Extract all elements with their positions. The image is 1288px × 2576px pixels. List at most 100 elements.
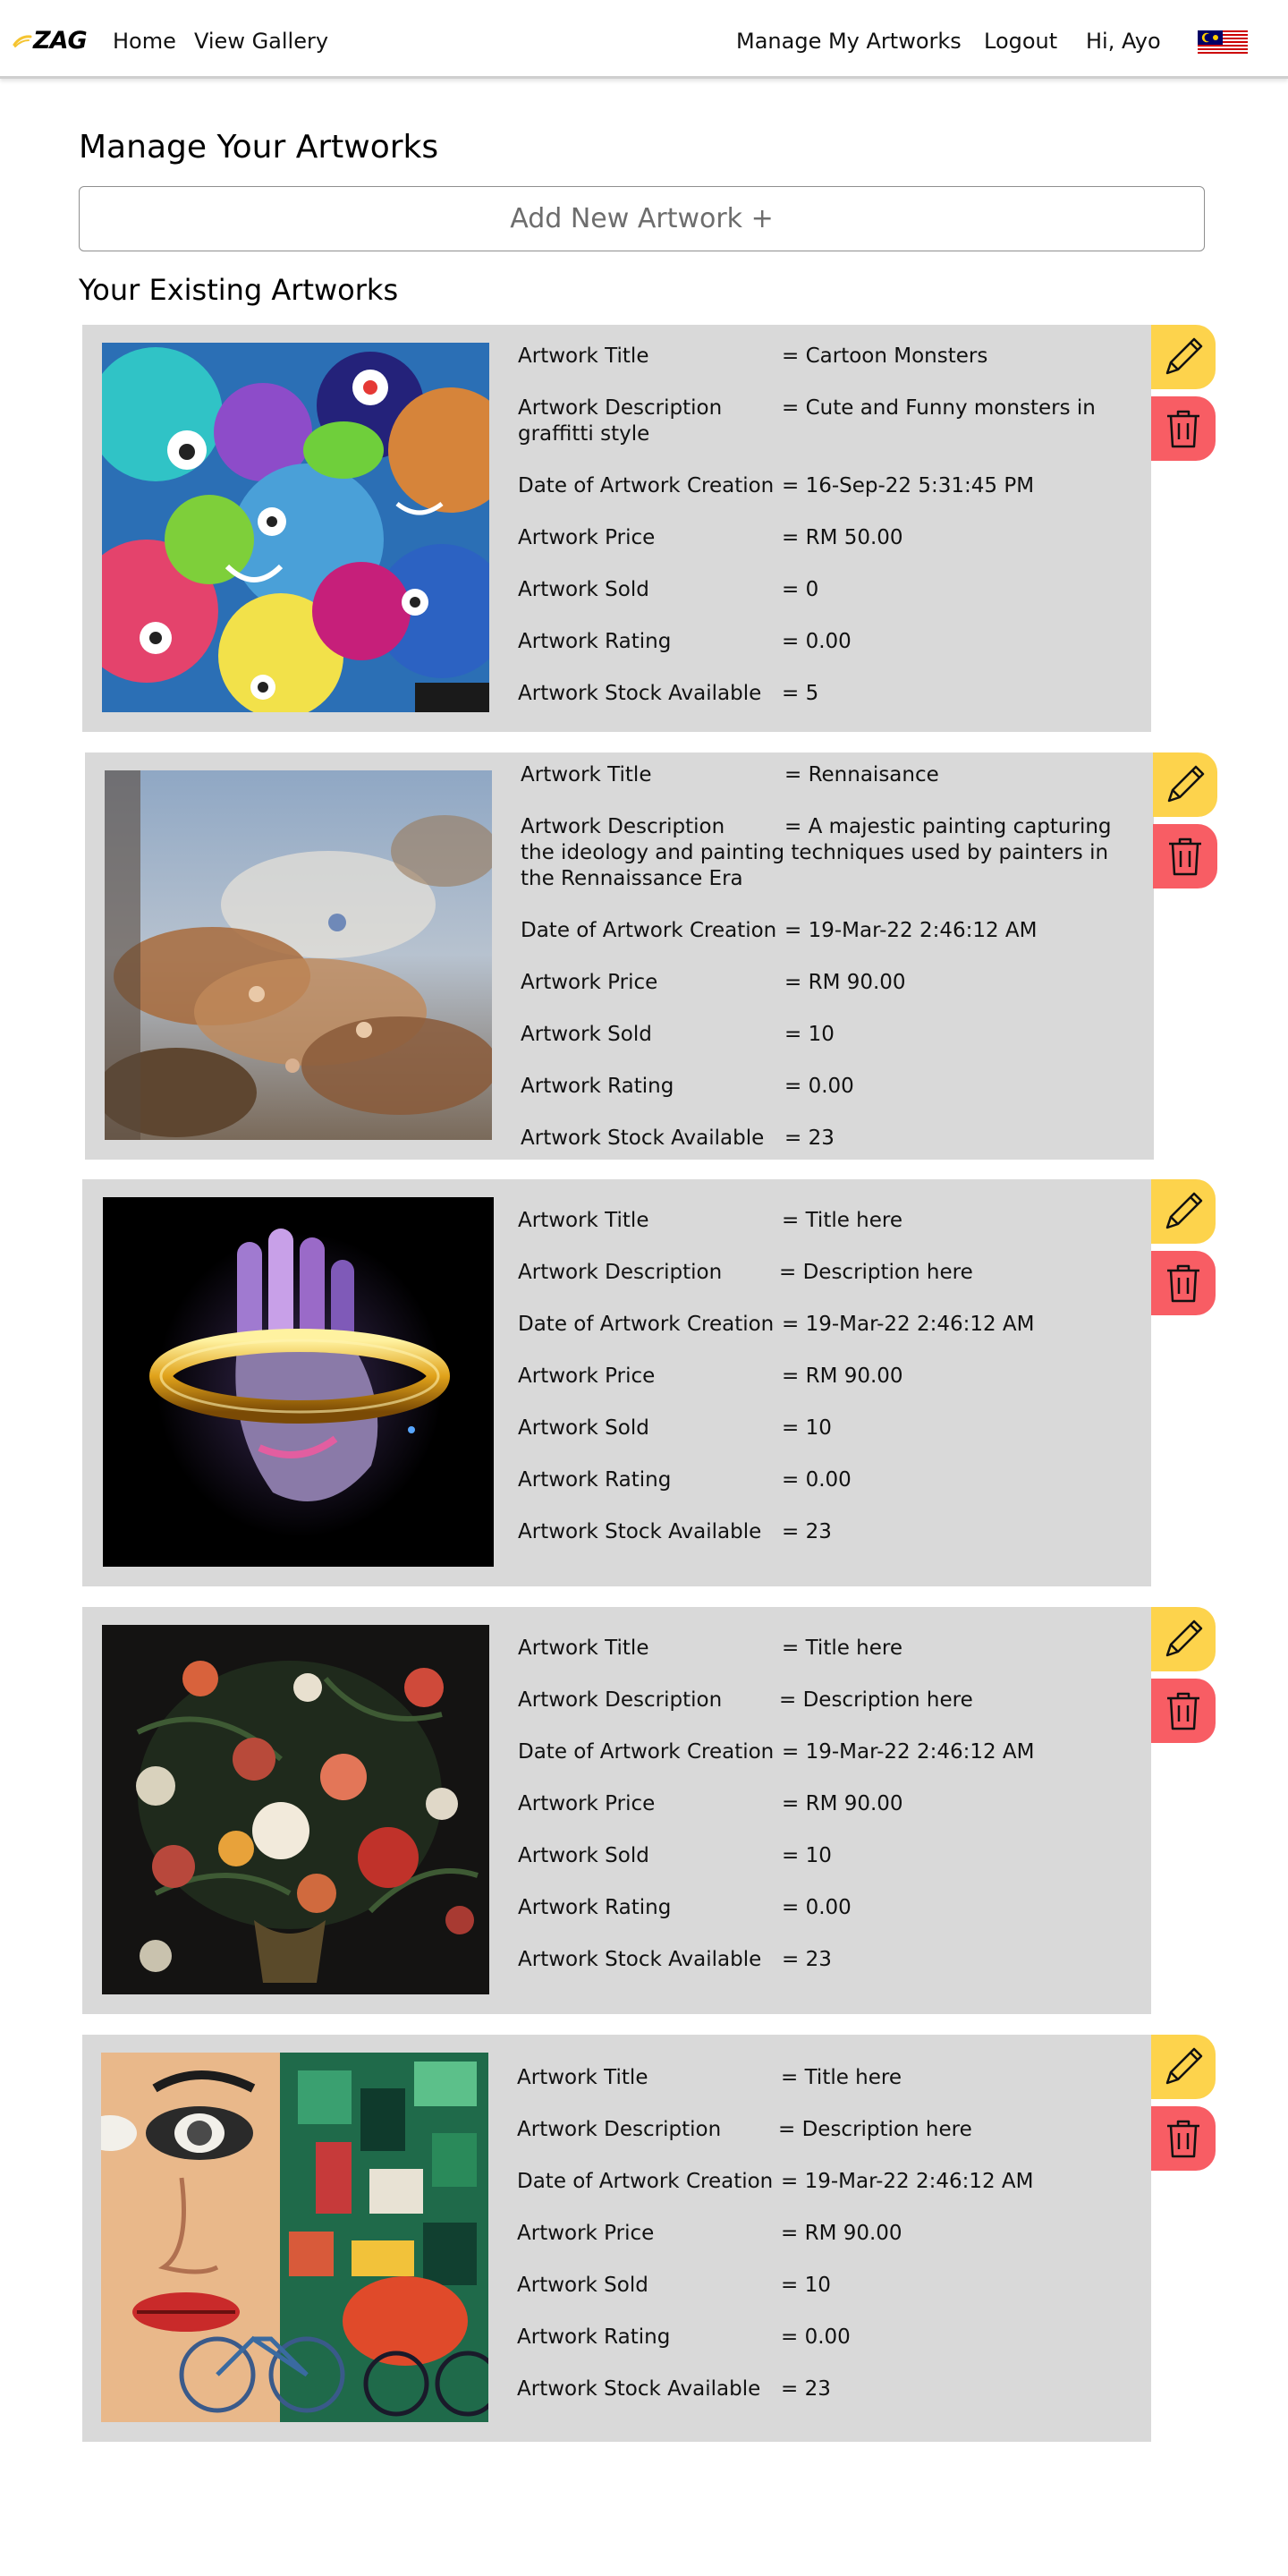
artwork-image-face-mural [101, 2053, 488, 2422]
nav-logout-link[interactable]: Logout [984, 29, 1057, 54]
value-artwork-price: = RM 90.00 [782, 1792, 903, 1815]
artwork-image-cartoon-monsters [102, 343, 489, 712]
artwork-card: Artwork Title = Title here Artwork Descri… [82, 2035, 1151, 2442]
trash-icon [1167, 1264, 1199, 1303]
value-artwork-stock: = 23 [782, 1948, 832, 1971]
label-artwork-rating: Artwork Rating [518, 630, 672, 653]
label-artwork-price: Artwork Price [521, 971, 658, 994]
brand-name: ZAG [33, 27, 88, 55]
label-artwork-price: Artwork Price [518, 1792, 656, 1815]
value-artwork-description: = A majestic painting capturing [784, 815, 1112, 838]
delete-artwork-button[interactable] [1153, 824, 1217, 888]
value-artwork-rating: = 0.00 [782, 1468, 852, 1492]
value-artwork-description-continued: graffitti style [518, 422, 650, 446]
value-artwork-sold: = 10 [782, 1844, 832, 1867]
label-artwork-sold: Artwork Sold [521, 1023, 652, 1046]
value-artwork-rating: = 0.00 [784, 1075, 854, 1098]
value-artwork-stock: = 23 [782, 1520, 832, 1543]
label-artwork-rating: Artwork Rating [521, 1075, 674, 1098]
trash-icon [1167, 1692, 1199, 1730]
artwork-card: Artwork Title = Rennaisance Artwork Descr… [85, 752, 1154, 1160]
value-artwork-title: = Rennaisance [784, 763, 939, 786]
pencil-icon [1165, 2047, 1203, 2085]
pencil-icon [1165, 337, 1203, 375]
label-artwork-stock: Artwork Stock Available [521, 1126, 765, 1150]
delete-artwork-button[interactable] [1151, 396, 1216, 461]
malaysia-flag-icon[interactable] [1198, 30, 1248, 55]
artwork-card: Artwork Title = Cartoon Monsters Artwork … [82, 325, 1151, 732]
label-artwork-title: Artwork Title [517, 2066, 648, 2089]
value-artwork-title: = Title here [782, 1209, 903, 1232]
artwork-image-chrome-hand [103, 1197, 494, 1567]
label-artwork-sold: Artwork Sold [517, 2274, 648, 2297]
value-artwork-date: = 19-Mar-22 2:46:12 AM [782, 1740, 1035, 1764]
page-title: Manage Your Artworks [79, 129, 439, 166]
delete-artwork-button[interactable] [1151, 2106, 1216, 2171]
label-artwork-stock: Artwork Stock Available [518, 682, 762, 705]
label-artwork-description: Artwork Description [518, 1688, 723, 1712]
value-artwork-price: = RM 90.00 [781, 2222, 902, 2245]
artwork-image-floral-still-life [102, 1625, 489, 1994]
label-artwork-stock: Artwork Stock Available [518, 1948, 762, 1971]
value-artwork-date: = 19-Mar-22 2:46:12 AM [781, 2170, 1034, 2193]
pencil-icon [1167, 765, 1205, 803]
label-artwork-date: Date of Artwork Creation [518, 1313, 775, 1336]
value-artwork-stock: = 5 [782, 682, 819, 705]
trash-icon [1169, 837, 1201, 876]
nav-home-link[interactable]: Home [113, 29, 176, 54]
pencil-icon [1165, 1192, 1203, 1229]
top-navbar: ZAG Home View Gallery Manage My Artworks… [0, 0, 1288, 79]
value-artwork-stock: = 23 [784, 1126, 835, 1150]
value-artwork-title: = Title here [782, 1637, 903, 1660]
value-artwork-sold: = 10 [784, 1023, 835, 1046]
brand-logo[interactable]: ZAG [13, 27, 88, 55]
edit-artwork-button[interactable] [1151, 1179, 1216, 1244]
label-artwork-sold: Artwork Sold [518, 1416, 649, 1440]
nav-manage-artworks-link[interactable]: Manage My Artworks [736, 29, 962, 54]
value-artwork-date: = 19-Mar-22 2:46:12 AM [784, 919, 1038, 942]
user-greeting[interactable]: Hi, Ayo [1086, 29, 1161, 54]
label-artwork-price: Artwork Price [517, 2222, 655, 2245]
label-artwork-title: Artwork Title [518, 1637, 649, 1660]
value-artwork-sold: = 10 [782, 1416, 832, 1440]
value-artwork-description: = Description here [779, 1261, 973, 1284]
artwork-image-renaissance [105, 770, 492, 1140]
artwork-card: Artwork Title = Title here Artwork Descri… [82, 1179, 1151, 1586]
trash-icon [1167, 2120, 1199, 2158]
value-artwork-sold: = 0 [782, 578, 819, 601]
label-artwork-title: Artwork Title [521, 763, 652, 786]
label-artwork-sold: Artwork Sold [518, 1844, 649, 1867]
nav-gallery-link[interactable]: View Gallery [194, 29, 328, 54]
edit-artwork-button[interactable] [1151, 1607, 1216, 1671]
edit-artwork-button[interactable] [1151, 325, 1216, 389]
logo-swoosh-icon [13, 34, 32, 47]
label-artwork-date: Date of Artwork Creation [518, 474, 775, 497]
value-artwork-title: = Cartoon Monsters [782, 344, 988, 368]
edit-artwork-button[interactable] [1151, 2035, 1216, 2099]
label-artwork-date: Date of Artwork Creation [521, 919, 777, 942]
value-artwork-title: = Title here [781, 2066, 902, 2089]
edit-artwork-button[interactable] [1153, 752, 1217, 817]
label-artwork-title: Artwork Title [518, 344, 649, 368]
label-artwork-title: Artwork Title [518, 1209, 649, 1232]
value-artwork-description-continued: the ideology and painting techniques use… [521, 841, 1109, 890]
value-artwork-description: = Description here [779, 1688, 973, 1712]
label-artwork-sold: Artwork Sold [518, 578, 649, 601]
delete-artwork-button[interactable] [1151, 1251, 1216, 1315]
value-artwork-rating: = 0.00 [782, 1896, 852, 1919]
delete-artwork-button[interactable] [1151, 1679, 1216, 1743]
label-artwork-price: Artwork Price [518, 526, 656, 549]
value-artwork-date: = 19-Mar-22 2:46:12 AM [782, 1313, 1035, 1336]
value-artwork-price: = RM 90.00 [782, 1365, 903, 1388]
artwork-card: Artwork Title = Title here Artwork Descri… [82, 1607, 1151, 2014]
value-artwork-stock: = 23 [781, 2377, 831, 2401]
value-artwork-description: = Description here [778, 2118, 972, 2141]
label-artwork-description: Artwork Description [518, 396, 723, 420]
label-artwork-rating: Artwork Rating [517, 2325, 671, 2349]
label-artwork-rating: Artwork Rating [518, 1896, 672, 1919]
label-artwork-date: Date of Artwork Creation [517, 2170, 774, 2193]
label-artwork-stock: Artwork Stock Available [517, 2377, 761, 2401]
add-new-artwork-button[interactable]: Add New Artwork + [79, 186, 1205, 251]
value-artwork-sold: = 10 [781, 2274, 831, 2297]
value-artwork-rating: = 0.00 [781, 2325, 851, 2349]
